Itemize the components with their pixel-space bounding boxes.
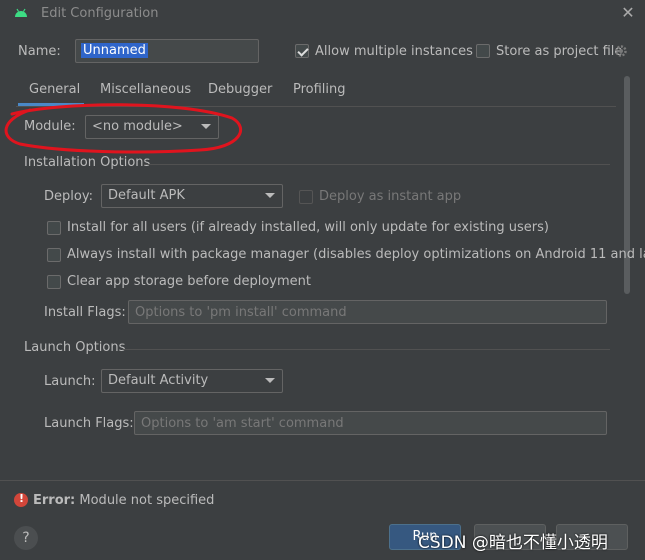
module-combo-value: <no module> [92,119,183,134]
installation-divider [144,164,610,165]
installation-section-title: Installation Options [24,155,151,170]
allow-multiple-label: Allow multiple instances [315,44,473,59]
gear-icon[interactable] [614,44,628,58]
store-project-label: Store as project file [496,44,623,59]
clear-storage-checkbox[interactable] [47,275,61,289]
close-button[interactable]: ✕ [620,4,636,22]
clear-storage-label: Clear app storage before deployment [67,274,311,289]
install-flags-input[interactable] [128,300,607,324]
instant-app-checkbox[interactable] [299,190,313,204]
tab-active-indicator [18,103,84,106]
launch-section-title: Launch Options [24,340,126,355]
launch-flags-label: Launch Flags: [44,416,134,431]
tab-miscellaneous[interactable]: Miscellaneous [100,82,191,108]
package-manager-checkbox[interactable] [47,248,61,262]
package-manager-label: Always install with package manager (dis… [67,247,645,262]
instant-app-label: Deploy as instant app [319,189,462,204]
tab-profiling[interactable]: Profiling [293,82,346,108]
deploy-label: Deploy: [44,189,93,204]
launch-divider [122,349,610,350]
launch-label: Launch: [44,374,96,389]
name-input[interactable]: Unnamed [75,39,259,63]
error-message: Error: Module not specified [33,493,214,508]
chevron-down-icon [265,193,275,198]
android-icon [15,8,27,17]
name-label: Name: [18,44,61,59]
launch-combo[interactable]: Default Activity [101,369,283,393]
launch-combo-value: Default Activity [108,373,209,388]
chevron-down-icon [201,124,211,129]
watermark: CSDN @暗也不懂小透明 [418,533,608,553]
tab-debugger[interactable]: Debugger [208,82,272,108]
tab-separator [16,106,616,107]
error-icon [14,492,28,507]
error-prefix: Error: [33,493,76,508]
module-combo[interactable]: <no module> [85,115,219,139]
help-icon[interactable]: ? [14,526,38,550]
window-title: Edit Configuration [41,6,159,21]
install-all-users-checkbox[interactable] [47,221,61,235]
install-all-users-label: Install for all users (if already instal… [67,220,549,235]
deploy-combo-value: Default APK [108,188,185,203]
allow-multiple-checkbox[interactable] [295,44,309,58]
name-input-value: Unnamed [81,43,148,58]
store-project-checkbox[interactable] [476,44,490,58]
module-label: Module: [24,119,76,134]
footer-divider [0,480,645,481]
deploy-combo[interactable]: Default APK [101,184,283,208]
launch-flags-input[interactable] [134,411,607,435]
error-text: Module not specified [79,493,215,508]
install-flags-label: Install Flags: [44,305,126,320]
chevron-down-icon [265,378,275,383]
